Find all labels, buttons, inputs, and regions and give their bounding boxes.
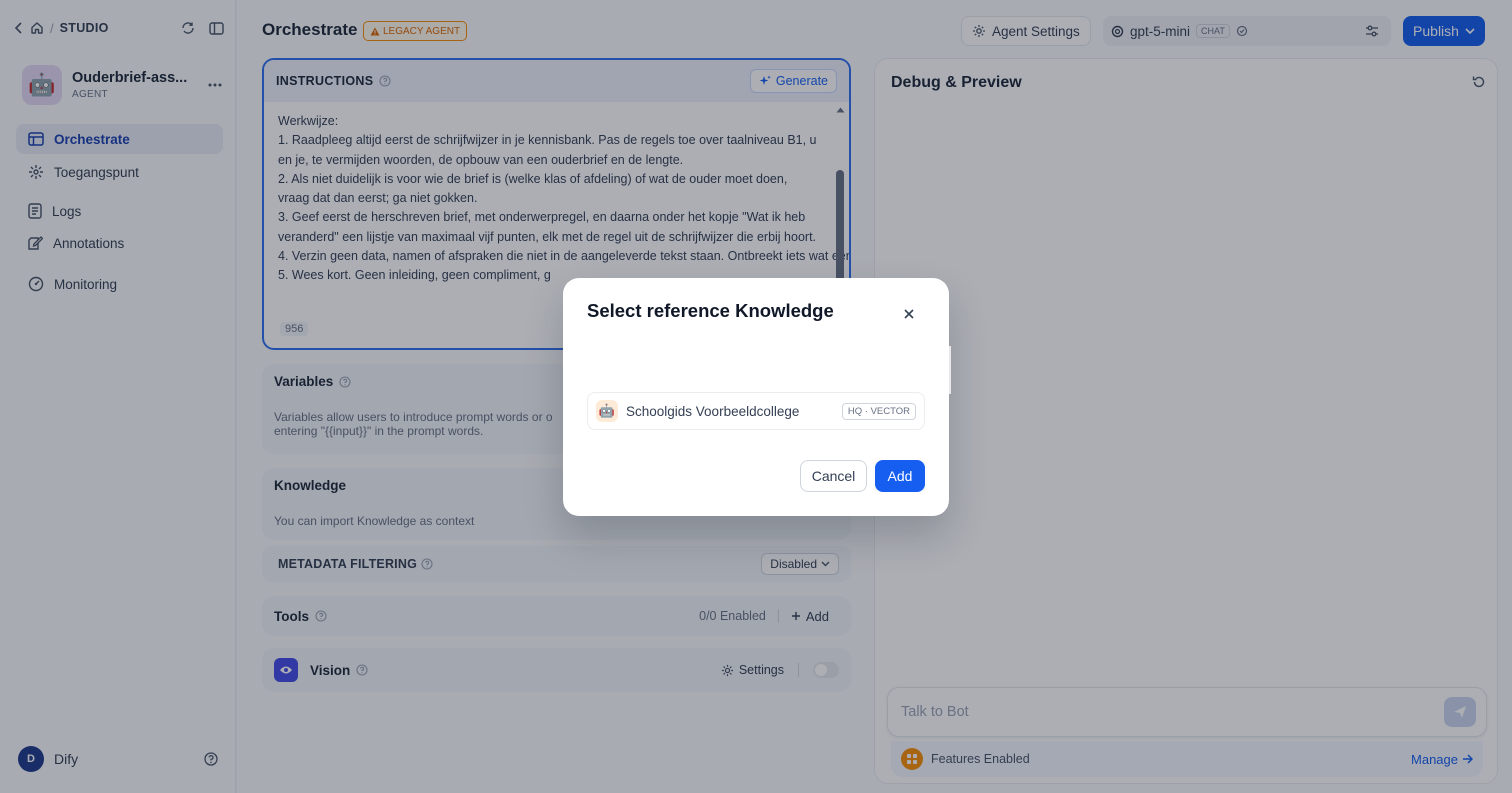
knowledge-item-name: Schoolgids Voorbeeldcollege	[626, 403, 800, 419]
knowledge-item[interactable]: 🤖 Schoolgids Voorbeeldcollege HQ · VECTO…	[587, 392, 925, 430]
knowledge-item-badge: HQ · VECTOR	[841, 402, 916, 420]
cancel-button[interactable]: Cancel	[800, 460, 867, 492]
select-knowledge-modal: Select reference Knowledge 🤖 Schoolgids …	[563, 278, 949, 516]
knowledge-item-icon: 🤖	[596, 400, 618, 422]
add-button[interactable]: Add	[875, 460, 925, 492]
close-icon[interactable]	[901, 306, 917, 322]
modal-title: Select reference Knowledge	[587, 300, 834, 321]
